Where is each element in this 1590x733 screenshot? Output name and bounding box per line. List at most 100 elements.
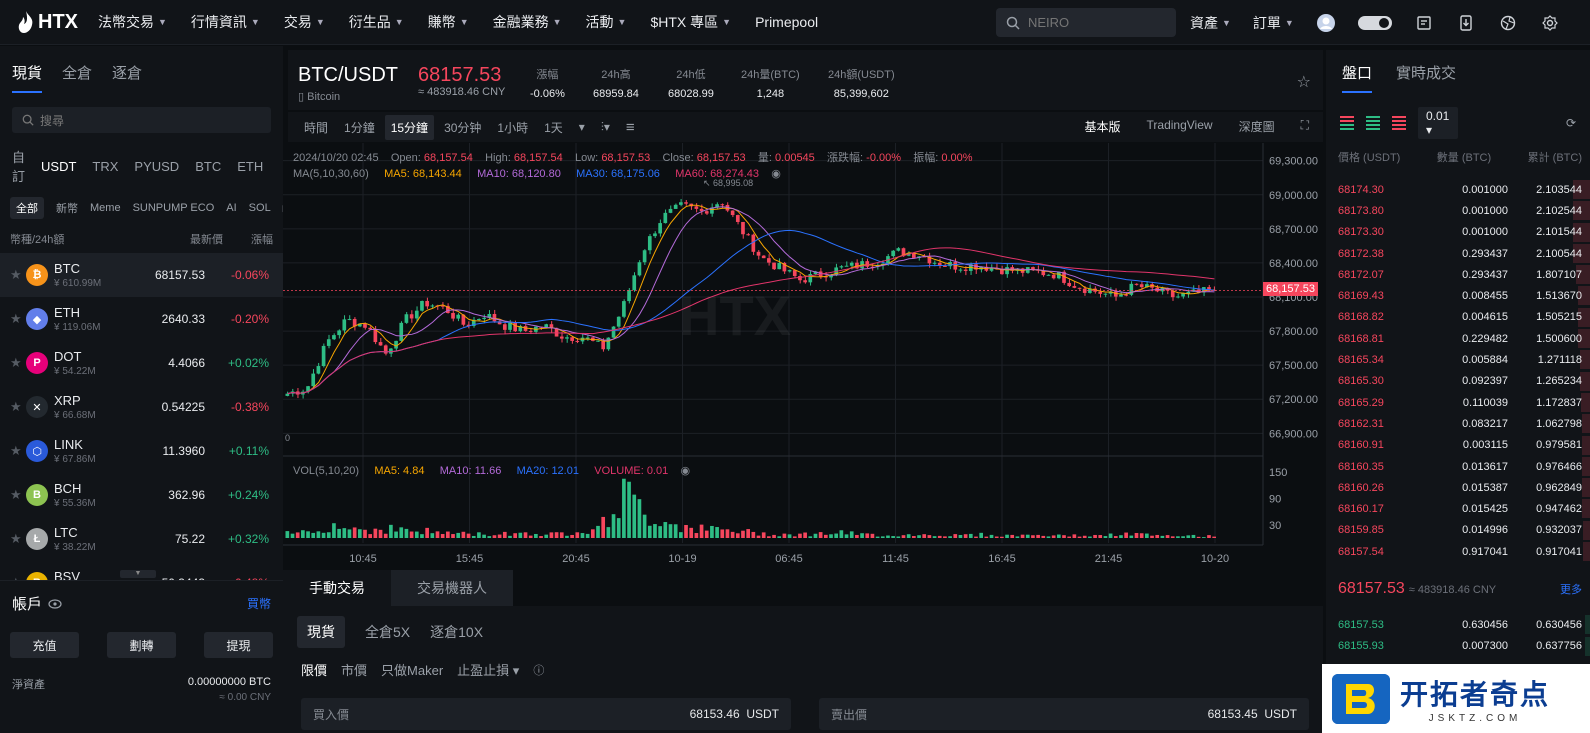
eye-icon[interactable]: ◉ — [771, 168, 781, 180]
tf-1m[interactable]: 1分鐘 — [338, 115, 381, 140]
quote-tab-eth[interactable]: ETH — [237, 159, 263, 174]
transfer-button[interactable]: 劃轉 — [107, 632, 176, 658]
star-icon[interactable]: ★ — [10, 267, 26, 283]
nav-derivatives[interactable]: 衍生品 ▼ — [349, 12, 404, 32]
nav-htx-zone[interactable]: $HTX 專區 ▼ — [650, 12, 731, 32]
ask-row[interactable]: 68157.54 0.917041 0.917041 — [1326, 541, 1590, 562]
nav-activity[interactable]: 活動 ▼ — [586, 12, 627, 32]
timeframe-dropdown-icon[interactable]: ▾ — [573, 116, 591, 138]
coin-row-eth[interactable]: ★ ◆ ETH ¥ 119.06M 2640.33 -0.20% — [0, 297, 283, 341]
search-input[interactable] — [1028, 15, 1158, 30]
coin-row-btc[interactable]: ★ ₿ BTC ¥ 610.99M 68157.53 -0.06% — [0, 253, 283, 297]
cat-tab-sunpump[interactable]: SUNPUMP ECO — [133, 202, 215, 214]
announcement-icon[interactable] — [1414, 13, 1434, 33]
order-maker-only[interactable]: 只做Maker — [381, 660, 443, 679]
tab-trading-bot[interactable]: 交易機器人 — [391, 570, 513, 606]
sell-price-field[interactable]: 賣出價 68153.45 USDT — [819, 698, 1309, 730]
star-icon[interactable]: ★ — [10, 531, 26, 547]
tab-recent-trades[interactable]: 實時成交 — [1396, 62, 1456, 93]
cat-tab-sol[interactable]: SOL — [249, 202, 271, 214]
col-pair[interactable]: 幣種/24h額 — [10, 231, 64, 247]
ask-row[interactable]: 68165.34 0.005884 1.271118 — [1326, 349, 1590, 370]
tab-manual-trade[interactable]: 手動交易 — [283, 570, 391, 606]
tf-15m[interactable]: 15分鐘 — [384, 114, 435, 140]
cat-tab-ai[interactable]: AI — [226, 202, 236, 214]
cat-tab-all[interactable]: 全部 — [10, 197, 44, 219]
col-price[interactable]: 最新價 — [190, 231, 223, 247]
star-icon[interactable]: ★ — [10, 443, 26, 459]
buy-price-field[interactable]: 買入價 68153.46 USDT — [301, 698, 791, 730]
indicator-menu-icon[interactable]: ≡ — [620, 115, 641, 140]
avatar[interactable] — [1316, 13, 1336, 33]
book-bids-icon[interactable] — [1366, 116, 1380, 130]
favorite-star-icon[interactable]: ☆ — [1297, 72, 1311, 92]
bid-row[interactable]: 68155.93 0.007300 0.637756 — [1326, 636, 1590, 657]
order-limit[interactable]: 限價 — [301, 660, 327, 679]
collapse-handle-icon[interactable]: ▼ — [120, 570, 156, 578]
star-icon[interactable]: ★ — [10, 311, 26, 327]
coin-row-xrp[interactable]: ★ ✕ XRP ¥ 66.68M 0.54225 -0.38% — [0, 385, 283, 429]
ask-row[interactable]: 68162.31 0.083217 1.062798 — [1326, 413, 1590, 434]
htx-logo[interactable]: HTX — [18, 11, 78, 34]
tf-30m[interactable]: 30分钟 — [438, 115, 487, 140]
buy-crypto-link[interactable]: 買幣 — [247, 595, 271, 612]
mode-spot[interactable]: 現貨 — [297, 616, 345, 648]
order-market[interactable]: 市價 — [341, 660, 367, 679]
info-icon[interactable]: ⓘ — [533, 662, 544, 678]
theme-toggle-icon[interactable] — [1357, 13, 1392, 33]
refresh-icon[interactable]: ⟳ — [1566, 116, 1576, 130]
tf-1d[interactable]: 1天 — [538, 115, 569, 140]
chart-type-icon[interactable]: ⫶▾ — [595, 116, 616, 139]
ask-row[interactable]: 68173.30 0.001000 2.101544 — [1326, 222, 1590, 243]
nav-assets[interactable]: 資產 ▼ — [1190, 13, 1231, 33]
nav-finance[interactable]: 金融業務 ▼ — [493, 12, 562, 32]
star-icon[interactable]: ★ — [10, 487, 26, 503]
ask-row[interactable]: 68172.07 0.293437 1.807107 — [1326, 264, 1590, 285]
kline-chart[interactable]: 69,300.00 69,000.00 68,700.00 68,400.00 68,1… — [283, 143, 1323, 568]
coin-row-ltc[interactable]: ★ Ł LTC ¥ 38.22M 75.22 +0.32% — [0, 517, 283, 561]
quote-tab-usdt[interactable]: USDT — [41, 159, 76, 174]
view-tradingview[interactable]: TradingView — [1147, 118, 1213, 135]
col-change[interactable]: 漲幅 — [251, 231, 273, 247]
eye-icon[interactable]: ◉ — [680, 465, 690, 477]
eye-icon[interactable] — [48, 598, 62, 609]
language-icon[interactable] — [1498, 13, 1518, 33]
ask-row[interactable]: 68165.30 0.092397 1.265234 — [1326, 371, 1590, 392]
ask-row[interactable]: 68168.82 0.004615 1.505215 — [1326, 307, 1590, 328]
download-app-icon[interactable] — [1456, 13, 1476, 33]
pair-name[interactable]: BTC/USDT — [298, 64, 398, 87]
nav-primepool[interactable]: Primepool — [755, 14, 818, 30]
book-asks-icon[interactable] — [1392, 116, 1406, 130]
ask-row[interactable]: 68159.85 0.014996 0.932037 — [1326, 520, 1590, 541]
ask-row[interactable]: 68172.38 0.293437 2.100544 — [1326, 243, 1590, 264]
quote-tab-pyusd[interactable]: PYUSD — [134, 159, 179, 174]
ask-row[interactable]: 68160.91 0.003115 0.979581 — [1326, 435, 1590, 456]
view-depth[interactable]: 深度圖 — [1239, 118, 1275, 135]
nav-earn[interactable]: 賺幣 ▼ — [428, 12, 469, 32]
tab-order-book[interactable]: 盤口 — [1342, 62, 1373, 93]
tf-1h[interactable]: 1小時 — [491, 115, 534, 140]
nav-markets[interactable]: 行情資訊 ▼ — [191, 12, 260, 32]
more-link[interactable]: 更多 — [1560, 581, 1582, 597]
quote-tab-trx[interactable]: TRX — [92, 159, 118, 174]
nav-orders[interactable]: 訂單 ▼ — [1253, 13, 1294, 33]
nav-fiat[interactable]: 法幣交易 ▼ — [98, 12, 167, 32]
ask-row[interactable]: 68169.43 0.008455 1.513670 — [1326, 285, 1590, 306]
book-both-icon[interactable] — [1340, 116, 1354, 130]
tab-spot[interactable]: 現貨 — [12, 62, 43, 93]
coin-row-link[interactable]: ★ ⬡ LINK ¥ 67.86M 11.3960 +0.11% — [0, 429, 283, 473]
mode-cross-5x[interactable]: 全倉5X — [365, 616, 410, 648]
precision-select[interactable]: 0.01 ▾ — [1418, 107, 1458, 139]
cat-tab-meme[interactable]: Meme — [90, 202, 121, 214]
tab-isolated[interactable]: 逐倉 — [112, 62, 142, 93]
ask-row[interactable]: 68174.30 0.001000 2.103544 — [1326, 179, 1590, 200]
order-tp-sl[interactable]: 止盈止損 ▾ — [457, 660, 519, 679]
star-icon[interactable]: ★ — [10, 355, 26, 371]
settings-gear-icon[interactable] — [1540, 13, 1560, 33]
quote-tab-btc[interactable]: BTC — [195, 159, 221, 174]
nav-trade[interactable]: 交易 ▼ — [284, 12, 325, 32]
ask-row[interactable]: 68160.26 0.015387 0.962849 — [1326, 477, 1590, 498]
market-search[interactable]: 搜尋 — [12, 107, 271, 133]
ask-row[interactable]: 68165.29 0.110039 1.172837 — [1326, 392, 1590, 413]
ask-row[interactable]: 68160.35 0.013617 0.976466 — [1326, 456, 1590, 477]
